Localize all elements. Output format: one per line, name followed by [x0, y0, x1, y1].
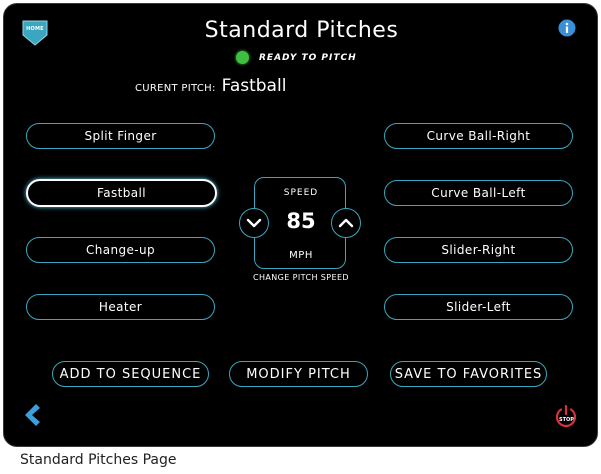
save-to-favorites-button[interactable]: SAVE TO FAVORITES [390, 361, 547, 387]
current-pitch: CURENT PITCH: Fastball [135, 76, 286, 96]
chevron-left-icon [25, 404, 40, 426]
speed-increase-button[interactable] [331, 208, 361, 238]
pitch-button-fastball[interactable]: Fastball [26, 179, 217, 207]
info-icon [558, 19, 576, 37]
modify-pitch-button[interactable]: MODIFY PITCH [229, 361, 368, 387]
figure-caption: Standard Pitches Page [20, 452, 177, 468]
pitch-button-slider-right[interactable]: Slider-Right [384, 237, 573, 263]
change-speed-caption: CHANGE PITCH SPEED [253, 273, 349, 282]
info-button[interactable] [558, 19, 576, 37]
pitch-button-slider-left[interactable]: Slider-Left [384, 294, 573, 320]
current-pitch-value: Fastball [221, 76, 287, 96]
power-stop-icon [555, 404, 577, 428]
app-screen: HOME Standard Pitches READY TO PITCH CUR… [3, 3, 598, 447]
status-text: READY TO PITCH [259, 52, 357, 63]
status-indicator: READY TO PITCH [236, 51, 357, 64]
pitch-button-heater[interactable]: Heater [26, 294, 215, 320]
speed-unit: MPH [289, 250, 313, 261]
add-to-sequence-button[interactable]: ADD TO SEQUENCE [52, 361, 209, 387]
back-button[interactable] [20, 402, 42, 428]
pitch-button-curve-ball-left[interactable]: Curve Ball-Left [384, 180, 573, 206]
pitch-button-split-finger[interactable]: Split Finger [26, 123, 215, 149]
stop-button[interactable]: STOP [554, 404, 578, 428]
speed-decrease-button[interactable] [239, 208, 269, 238]
pitch-button-curve-ball-right[interactable]: Curve Ball-Right [384, 123, 573, 149]
page-title: Standard Pitches [204, 18, 399, 43]
current-pitch-label: CURENT PITCH: [135, 83, 216, 94]
chevron-up-icon [338, 218, 354, 228]
chevron-down-icon [246, 218, 262, 228]
status-light [236, 51, 249, 64]
stop-label: STOP [559, 417, 574, 423]
speed-label: SPEED [283, 188, 319, 198]
pitch-button-change-up[interactable]: Change-up [26, 237, 215, 263]
